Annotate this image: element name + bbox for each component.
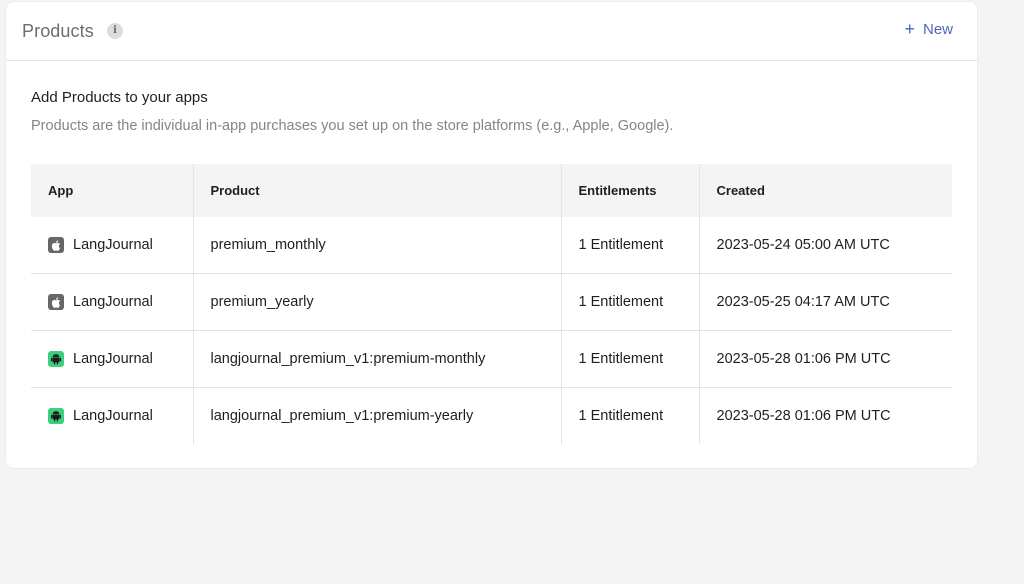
apple-icon bbox=[48, 294, 64, 310]
products-table: App Product Entitlements Created LangJou… bbox=[31, 164, 952, 444]
app-name: LangJournal bbox=[73, 351, 153, 367]
app-cell: LangJournal bbox=[31, 330, 194, 388]
android-icon bbox=[48, 351, 64, 367]
plus-icon: + bbox=[904, 18, 915, 39]
entitlements-cell: 1 Entitlement bbox=[561, 330, 700, 388]
products-card: Products i + New Add Products to your ap… bbox=[6, 2, 977, 468]
column-header-product: Product bbox=[193, 164, 562, 217]
column-header-entitlements: Entitlements bbox=[561, 164, 700, 217]
table-row[interactable]: LangJournal langjournal_premium_v1:premi… bbox=[31, 387, 952, 444]
product-cell: langjournal_premium_v1:premium-monthly bbox=[193, 330, 562, 388]
page-title: Products bbox=[22, 21, 94, 41]
created-cell: 2023-05-25 04:17 AM UTC bbox=[716, 294, 890, 310]
new-button-label: New bbox=[922, 21, 953, 38]
products-content: Add Products to your apps Products are t… bbox=[31, 89, 952, 444]
product-cell: premium_monthly bbox=[193, 217, 562, 274]
app-cell: LangJournal bbox=[31, 217, 194, 274]
section-heading: Add Products to your apps bbox=[31, 89, 208, 106]
apple-icon bbox=[48, 237, 64, 253]
card-header: Products i + New bbox=[6, 2, 977, 61]
table-row[interactable]: LangJournal langjournal_premium_v1:premi… bbox=[31, 330, 952, 388]
product-cell: langjournal_premium_v1:premium-yearly bbox=[193, 387, 562, 444]
product-cell: premium_yearly bbox=[193, 273, 562, 331]
info-icon[interactable]: i bbox=[107, 23, 123, 39]
android-icon bbox=[48, 408, 64, 424]
column-header-created: Created bbox=[716, 183, 765, 198]
table-row[interactable]: LangJournal premium_yearly 1 Entitlement… bbox=[31, 273, 952, 331]
entitlements-cell: 1 Entitlement bbox=[561, 273, 700, 331]
created-cell: 2023-05-28 01:06 PM UTC bbox=[716, 351, 891, 367]
section-description: Products are the individual in-app purch… bbox=[31, 118, 674, 134]
table-header-row: App Product Entitlements Created bbox=[31, 164, 952, 217]
new-product-button[interactable]: + New bbox=[904, 18, 953, 39]
app-cell: LangJournal bbox=[31, 387, 194, 444]
table-row[interactable]: LangJournal premium_monthly 1 Entitlemen… bbox=[31, 217, 952, 274]
app-name: LangJournal bbox=[73, 294, 153, 310]
entitlements-cell: 1 Entitlement bbox=[561, 387, 700, 444]
created-cell: 2023-05-24 05:00 AM UTC bbox=[716, 237, 890, 253]
app-name: LangJournal bbox=[73, 237, 153, 253]
column-header-app: App bbox=[31, 164, 194, 217]
app-cell: LangJournal bbox=[31, 273, 194, 331]
created-cell: 2023-05-28 01:06 PM UTC bbox=[716, 408, 891, 424]
app-name: LangJournal bbox=[73, 408, 153, 424]
entitlements-cell: 1 Entitlement bbox=[561, 217, 700, 274]
